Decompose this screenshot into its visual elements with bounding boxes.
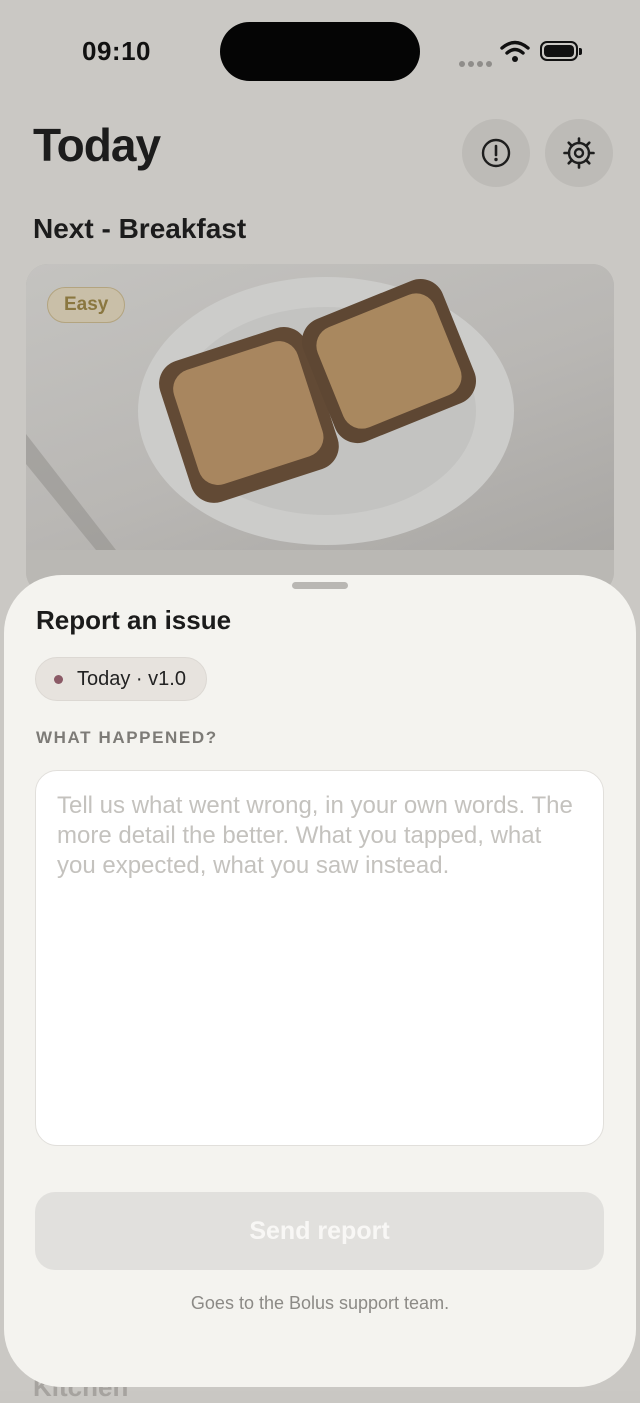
sheet-title: Report an issue xyxy=(36,605,232,635)
status-time: 09:10 xyxy=(82,36,151,66)
report-issue-button[interactable] xyxy=(462,119,530,187)
page-title: Today xyxy=(33,119,161,171)
wifi-icon xyxy=(500,40,530,62)
cellular-signal-icon xyxy=(459,54,495,72)
context-chip: Today · v1.0 xyxy=(35,657,207,701)
send-report-button[interactable]: Send report xyxy=(35,1192,604,1270)
gear-icon xyxy=(563,137,595,169)
battery-icon xyxy=(540,41,582,61)
what-happened-input[interactable] xyxy=(35,770,604,1146)
sheet-grabber[interactable] xyxy=(292,582,348,589)
context-dot-icon xyxy=(54,674,63,684)
alert-circle-icon xyxy=(481,138,511,168)
dynamic-island xyxy=(220,22,420,81)
support-footnote: Goes to the Bolus support team. xyxy=(190,1293,450,1313)
difficulty-badge: Easy xyxy=(47,287,126,323)
settings-button[interactable] xyxy=(545,119,613,187)
report-issue-sheet: Report an issue Today · v1.0 WHAT HAPPEN… xyxy=(4,575,636,1387)
context-chip-label: Today · v1.0 xyxy=(77,667,186,690)
what-happened-label: WHAT HAPPENED? xyxy=(36,728,218,747)
next-meal-heading: Next - Breakfast xyxy=(33,213,247,244)
